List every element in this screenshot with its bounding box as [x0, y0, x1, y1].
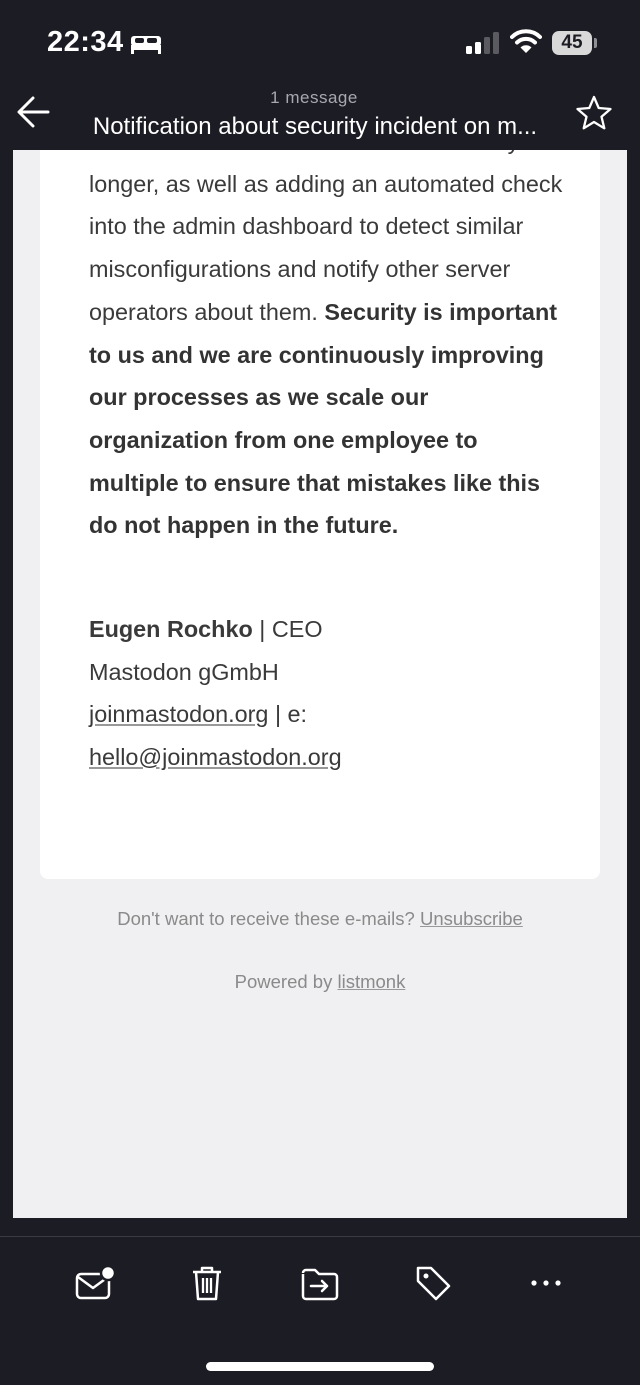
toolbar-divider	[0, 1236, 640, 1237]
unsubscribe-link[interactable]: Unsubscribe	[420, 908, 523, 929]
email-content-card: for access control to archive takeouts a…	[40, 150, 600, 879]
move-to-folder-icon[interactable]	[299, 1262, 341, 1304]
home-indicator	[206, 1362, 434, 1371]
unsubscribe-line: Don't want to receive these e-mails? Uns…	[13, 908, 627, 930]
paragraph-bold-text: Security is important to us and we are c…	[89, 298, 558, 539]
wifi-icon	[510, 29, 542, 53]
signature-name: Eugen Rochko	[89, 616, 253, 642]
email-paragraph: for access control to archive takeouts a…	[89, 150, 564, 547]
email-signature: Eugen Rochko | CEO Mastodon gGmbH joinma…	[89, 608, 569, 779]
listmonk-link[interactable]: listmonk	[337, 971, 405, 992]
cellular-signal-icon	[466, 32, 499, 54]
email-label: | e:	[268, 701, 308, 728]
signature-role: | CEO	[252, 616, 323, 642]
signature-company: Mastodon gGmbH	[89, 658, 279, 685]
message-subject: Notification about security incident on …	[92, 113, 538, 140]
status-time: 22:34	[47, 26, 124, 58]
email-link[interactable]: hello@joinmastodon.org	[89, 744, 342, 770]
powered-by-text: Powered by	[234, 971, 338, 992]
trash-icon[interactable]	[186, 1262, 228, 1304]
email-body[interactable]: for access control to archive takeouts a…	[13, 150, 627, 1218]
tag-icon[interactable]	[412, 1262, 454, 1304]
message-header: 1 message Notification about security in…	[0, 80, 640, 150]
powered-by-line: Powered by listmonk	[13, 971, 627, 993]
mark-unread-icon[interactable]	[73, 1262, 115, 1304]
sleep-focus-icon	[131, 36, 161, 54]
unsubscribe-text: Don't want to receive these e-mails?	[117, 908, 420, 929]
message-count: 1 message	[270, 88, 358, 107]
battery-level: 45	[552, 31, 592, 55]
more-icon[interactable]	[525, 1262, 567, 1304]
website-link[interactable]: joinmastodon.org	[89, 701, 268, 727]
star-icon[interactable]	[574, 94, 614, 132]
status-bar: 22:34 45	[0, 0, 640, 80]
battery-icon	[594, 38, 597, 48]
